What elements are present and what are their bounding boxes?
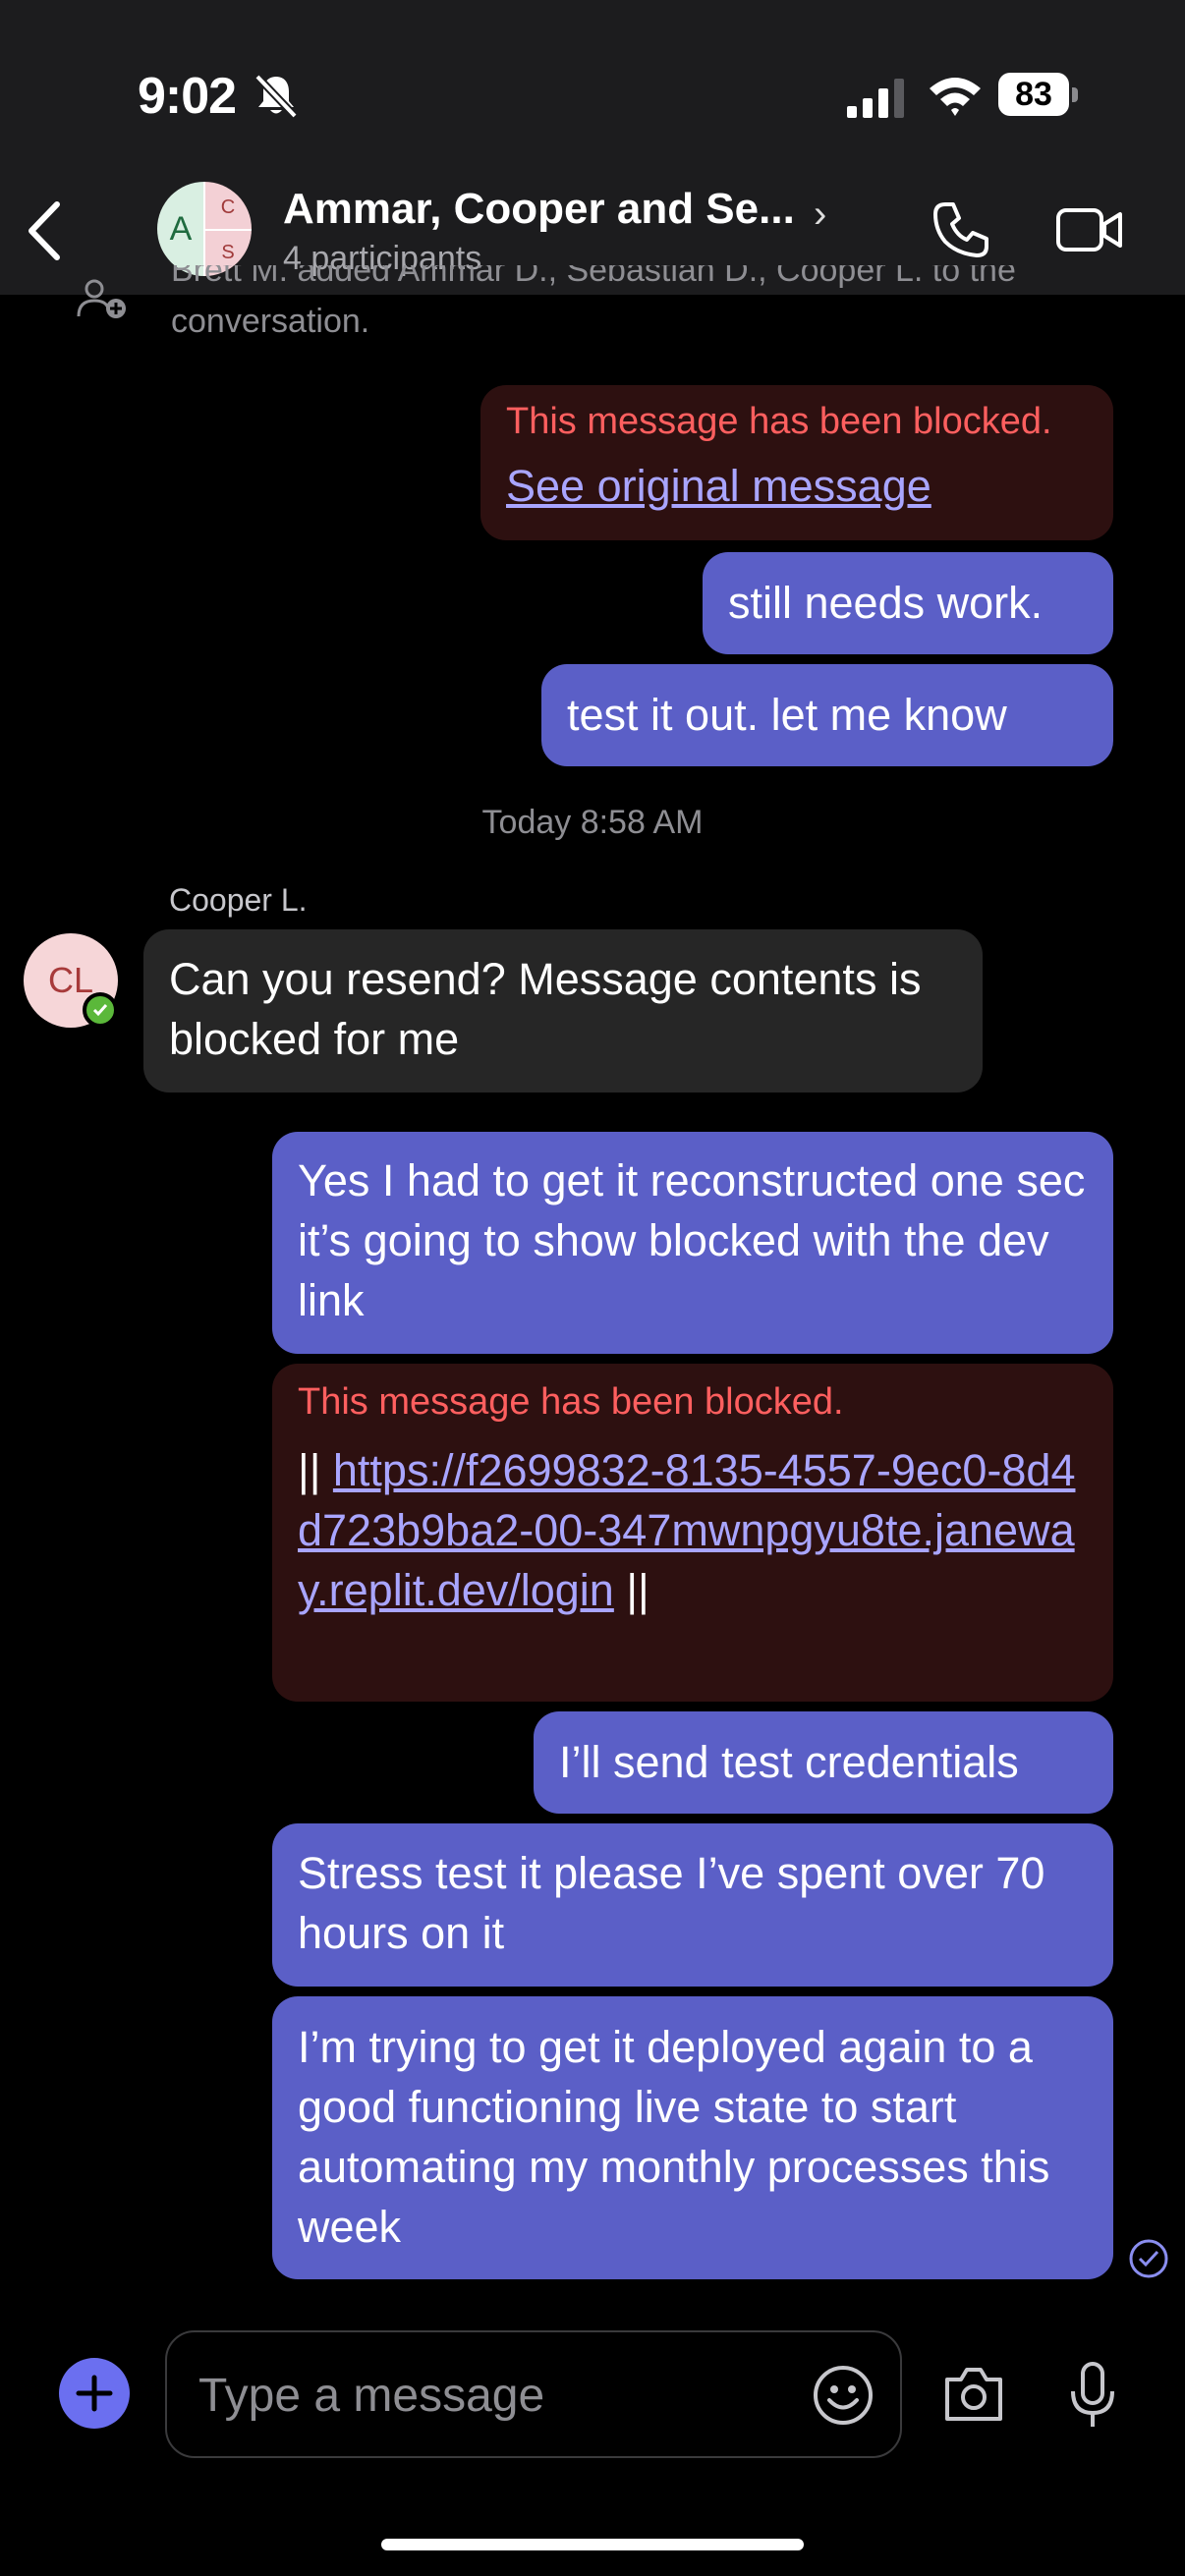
system-message-line-1: Brett M. added Ammar D., Sebastian D., C… xyxy=(171,265,1016,289)
system-message-line-2: conversation. xyxy=(171,303,370,340)
blocked-message-bubble[interactable]: This message has been blocked. See origi… xyxy=(480,385,1113,540)
blocked-label: This message has been blocked. xyxy=(506,401,1052,442)
outgoing-message-bubble[interactable]: still needs work. xyxy=(703,552,1113,654)
date-separator: Today 8:58 AM xyxy=(481,804,704,841)
emoji-icon[interactable] xyxy=(812,2364,875,2427)
back-icon[interactable] xyxy=(20,196,69,265)
outgoing-message-bubble[interactable]: I’m trying to get it deployed again to a… xyxy=(272,1996,1113,2279)
conversation-title[interactable]: Ammar, Cooper and Se... xyxy=(283,185,795,234)
home-indicator[interactable] xyxy=(381,2539,804,2550)
avatar-initial-a: A xyxy=(157,182,204,276)
outgoing-message-bubble[interactable]: Yes I had to get it reconstructed one se… xyxy=(272,1132,1113,1354)
see-original-link[interactable]: See original message xyxy=(506,456,1088,516)
link-prefix: || xyxy=(298,1445,333,1495)
blocked-message-bubble[interactable]: This message has been blocked. || https:… xyxy=(272,1364,1113,1702)
link-suffix: || xyxy=(613,1565,649,1615)
chevron-right-icon[interactable]: › xyxy=(814,193,826,237)
sender-name: Cooper L. xyxy=(169,882,308,918)
battery-indicator: 83 xyxy=(998,73,1079,118)
system-message: Brett M. added Ammar D., Sebastian D., C… xyxy=(171,265,1134,344)
avatar-divider xyxy=(203,182,205,276)
presence-available-badge xyxy=(83,992,118,1028)
outgoing-message-bubble[interactable]: Stress test it please I’ve spent over 70… xyxy=(272,1823,1113,1987)
message-text: I’ll send test credentials xyxy=(559,1737,1019,1787)
blocked-label: This message has been blocked. xyxy=(298,1381,844,1423)
message-text: Can you resend? Message contents is bloc… xyxy=(169,954,922,1064)
battery-level: 83 xyxy=(998,73,1069,116)
add-person-icon xyxy=(77,279,126,318)
message-composer[interactable] xyxy=(165,2330,902,2458)
check-icon xyxy=(92,1004,108,1017)
wifi-icon xyxy=(930,78,981,116)
add-attachment-button[interactable] xyxy=(59,2358,130,2429)
read-receipt-icon xyxy=(1129,2239,1168,2278)
phone-icon[interactable] xyxy=(931,200,990,259)
video-icon[interactable] xyxy=(1055,204,1124,255)
mic-icon[interactable] xyxy=(1065,2360,1120,2431)
outgoing-message-bubble[interactable]: test it out. let me know xyxy=(541,664,1113,766)
message-text: Stress test it please I’ve spent over 70… xyxy=(298,1848,1045,1958)
blocked-message-content: || https://f2699832-8135-4557-9ec0-8d4d7… xyxy=(298,1440,1088,1620)
signal-icon xyxy=(847,79,904,118)
camera-icon[interactable] xyxy=(941,2364,1006,2425)
message-input[interactable] xyxy=(197,2362,751,2429)
message-text: still needs work. xyxy=(728,578,1044,628)
message-text: test it out. let me know xyxy=(567,690,1007,740)
battery-nub xyxy=(1072,87,1078,102)
bell-slash-icon xyxy=(254,74,298,119)
incoming-message-bubble[interactable]: Can you resend? Message contents is bloc… xyxy=(143,929,983,1092)
dev-login-link[interactable]: https://f2699832-8135-4557-9ec0-8d4d723b… xyxy=(298,1445,1075,1615)
status-time: 9:02 xyxy=(138,68,237,125)
message-text: Yes I had to get it reconstructed one se… xyxy=(298,1155,1086,1325)
message-text: I’m trying to get it deployed again to a… xyxy=(298,2022,1050,2252)
avatar-initial-c: C xyxy=(204,182,252,229)
plus-icon xyxy=(76,2375,113,2412)
group-avatar[interactable]: A C S xyxy=(157,182,252,276)
outgoing-message-bubble[interactable]: I’ll send test credentials xyxy=(534,1711,1113,1814)
